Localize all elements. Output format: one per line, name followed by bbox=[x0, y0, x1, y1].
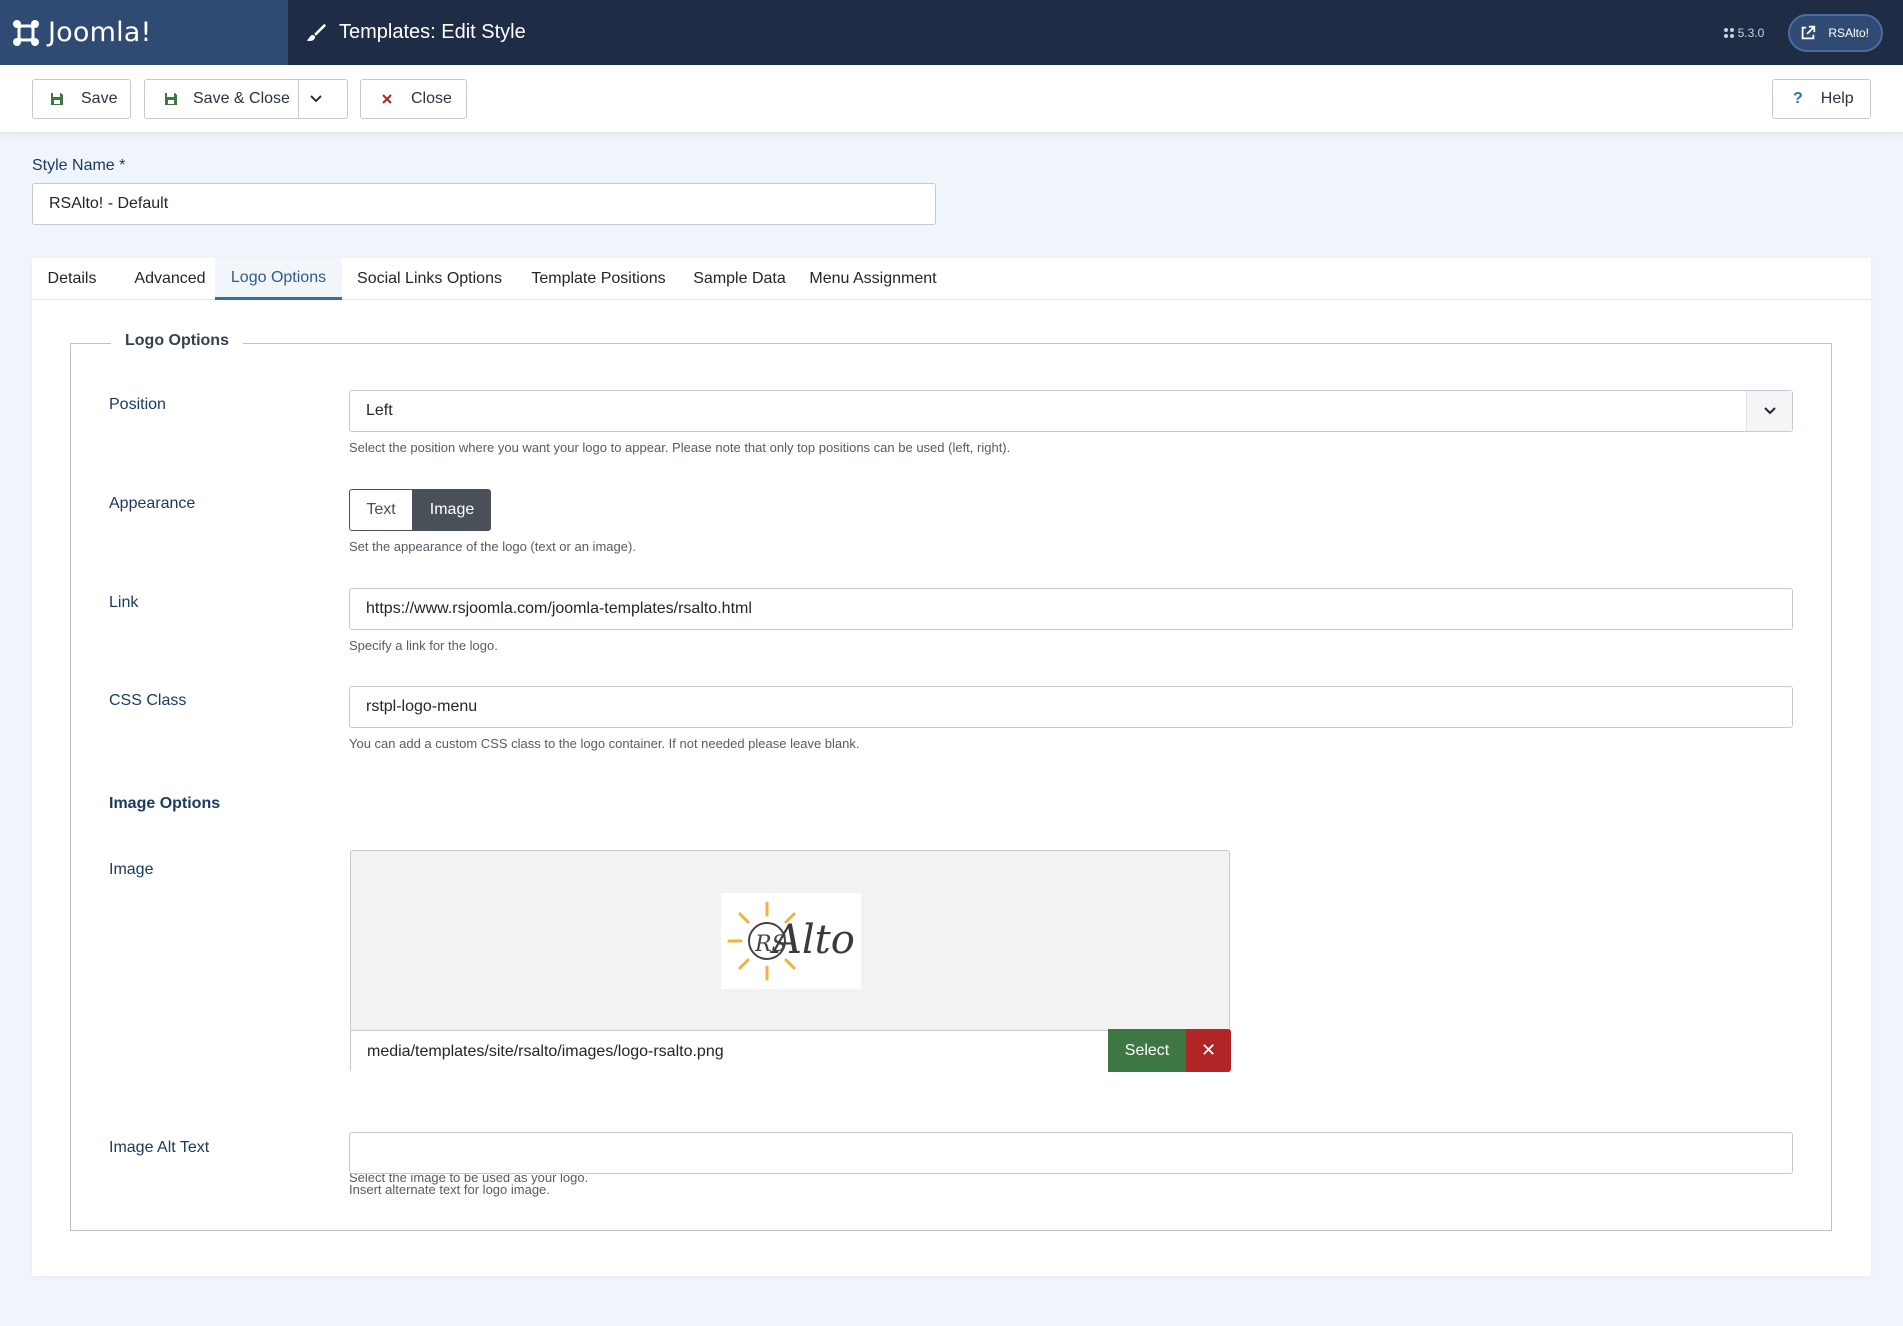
close-button[interactable]: Close bbox=[360, 79, 467, 119]
image-label: Image bbox=[109, 861, 154, 878]
tab-menu-assignment[interactable]: Menu Assignment bbox=[799, 258, 947, 300]
fieldset-legend: Logo Options bbox=[111, 332, 243, 350]
page-heading: Templates: Edit Style bbox=[288, 21, 526, 44]
save-button[interactable]: Save bbox=[32, 79, 131, 119]
brush-icon bbox=[306, 23, 327, 41]
style-name-input[interactable]: RSAlto! - Default bbox=[32, 183, 936, 225]
save-close-label: Save & Close bbox=[193, 90, 290, 107]
page-title: Templates: Edit Style bbox=[339, 21, 526, 43]
link-label: Link bbox=[109, 594, 139, 611]
css-class-label: CSS Class bbox=[109, 692, 187, 709]
logo-preview: RS Alto bbox=[721, 893, 861, 989]
image-media-field: RS Alto media/templates/site/rsalto/imag… bbox=[350, 850, 1231, 1072]
site-name: RSAlto! bbox=[1828, 25, 1869, 40]
toolbar: Save Save & Close Close ? Help bbox=[0, 65, 1903, 133]
close-icon bbox=[382, 94, 392, 104]
save-icon bbox=[51, 93, 63, 105]
close-label: Close bbox=[411, 90, 452, 107]
rsalto-logo-image: RS Alto bbox=[727, 901, 855, 981]
appearance-toggle: Text Image bbox=[349, 489, 491, 531]
joomla-brand[interactable]: Joomla! bbox=[0, 0, 288, 65]
tab-bar: Details Advanced Logo Options Social Lin… bbox=[32, 258, 1871, 300]
position-value: Left bbox=[366, 402, 393, 419]
image-clear-button[interactable]: ✕ bbox=[1186, 1029, 1231, 1072]
alt-text-label: Image Alt Text bbox=[109, 1139, 210, 1156]
appearance-hint: Set the appearance of the logo (text or … bbox=[349, 539, 636, 554]
position-hint: Select the position where you want your … bbox=[349, 440, 1011, 455]
link-input[interactable]: https://www.rsjoomla.com/joomla-template… bbox=[349, 588, 1793, 630]
tabs-card: Details Advanced Logo Options Social Lin… bbox=[32, 258, 1871, 1276]
version-indicator: 5.3.0 bbox=[1723, 25, 1765, 40]
save-label: Save bbox=[81, 90, 118, 107]
css-class-hint: You can add a custom CSS class to the lo… bbox=[349, 736, 860, 751]
external-link-icon bbox=[1796, 20, 1821, 45]
appearance-option-image[interactable]: Image bbox=[413, 489, 491, 531]
joomla-logo-icon bbox=[13, 19, 39, 46]
tab-advanced[interactable]: Advanced bbox=[112, 258, 228, 300]
css-class-input[interactable]: rstpl-logo-menu bbox=[349, 686, 1793, 728]
position-select[interactable]: Left bbox=[349, 390, 1793, 432]
appearance-label: Appearance bbox=[109, 495, 196, 512]
link-hint: Specify a link for the logo. bbox=[349, 638, 498, 653]
app-header: Joomla! Templates: Edit Style 5.3.0 RSAl… bbox=[0, 0, 1903, 65]
image-options-heading: Image Options bbox=[109, 795, 221, 812]
version-number: 5.3.0 bbox=[1737, 25, 1765, 40]
help-icon: ? bbox=[1793, 90, 1803, 107]
chevron-down-icon bbox=[1763, 407, 1776, 415]
save-icon bbox=[165, 93, 177, 105]
logo-options-fieldset: Logo Options Position Left Select the po… bbox=[70, 332, 1832, 1231]
tab-logo-options[interactable]: Logo Options bbox=[215, 258, 342, 300]
tab-details[interactable]: Details bbox=[32, 258, 112, 300]
tab-sample-data[interactable]: Sample Data bbox=[680, 258, 799, 300]
tab-template-positions[interactable]: Template Positions bbox=[517, 258, 680, 300]
alt-text-hint: Insert alternate text for logo image. bbox=[349, 1182, 550, 1197]
chevron-down-icon bbox=[310, 95, 322, 103]
joomla-small-icon bbox=[1723, 27, 1734, 38]
brand-name: Joomla! bbox=[48, 17, 152, 48]
image-path-input[interactable]: media/templates/site/rsalto/images/logo-… bbox=[351, 1030, 1108, 1072]
help-label: Help bbox=[1820, 90, 1854, 107]
position-label: Position bbox=[109, 396, 166, 413]
alt-text-input[interactable] bbox=[349, 1132, 1793, 1174]
save-close-button[interactable]: Save & Close bbox=[144, 79, 348, 119]
appearance-option-text[interactable]: Text bbox=[349, 489, 413, 531]
image-select-button[interactable]: Select bbox=[1108, 1029, 1186, 1072]
view-site-button[interactable]: RSAlto! bbox=[1788, 13, 1883, 52]
header-right: 5.3.0 RSAlto! bbox=[1723, 13, 1903, 52]
save-options-dropdown[interactable] bbox=[298, 80, 348, 118]
style-name-label: Style Name * bbox=[32, 157, 126, 174]
position-dropdown-toggle[interactable] bbox=[1746, 391, 1792, 431]
tab-social-links-options[interactable]: Social Links Options bbox=[342, 258, 517, 300]
logo-wordmark: Alto bbox=[769, 917, 855, 963]
help-button[interactable]: ? Help bbox=[1772, 79, 1871, 119]
